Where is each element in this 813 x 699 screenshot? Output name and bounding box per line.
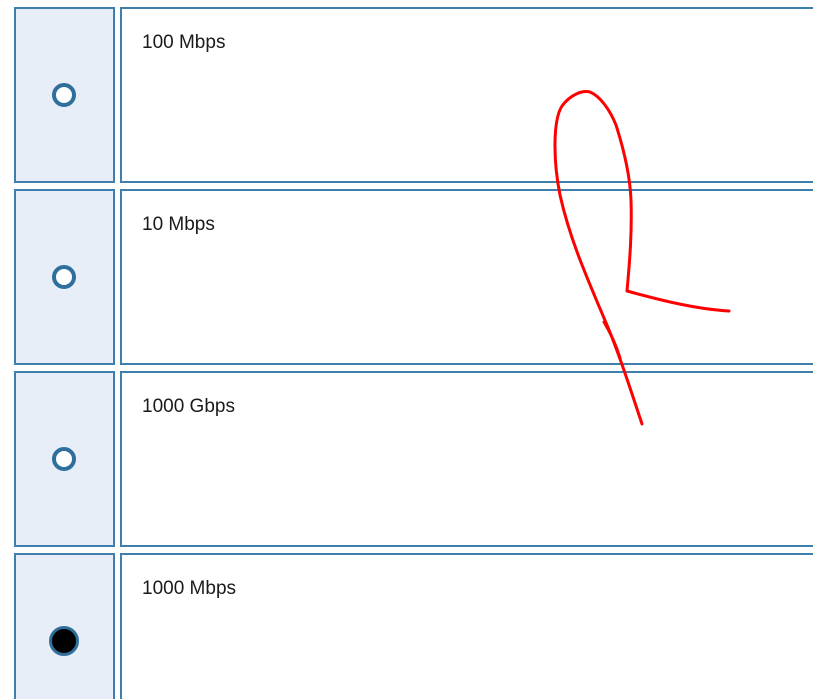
- radio-cell[interactable]: [14, 553, 115, 699]
- option-label: 10 Mbps: [142, 214, 215, 235]
- option-label: 100 Mbps: [142, 32, 226, 53]
- radio-button-checked[interactable]: [49, 626, 79, 656]
- option-label: 1000 Mbps: [142, 578, 237, 599]
- radio-cell[interactable]: [14, 189, 115, 365]
- option-row-10-mbps[interactable]: 10 Mbps: [14, 189, 813, 365]
- option-row-1000-gbps[interactable]: 1000 Gbps: [14, 371, 813, 547]
- radio-button-unchecked[interactable]: [52, 447, 76, 471]
- option-text-cell[interactable]: 10 Mbps: [120, 189, 813, 365]
- option-text-cell[interactable]: 100 Mbps: [120, 7, 813, 183]
- option-text-cell[interactable]: 1000 Gbps: [120, 371, 813, 547]
- option-text-cell[interactable]: 1000 Mbps: [120, 553, 813, 699]
- radio-button-unchecked[interactable]: [52, 265, 76, 289]
- option-row-100-mbps[interactable]: 100 Mbps: [14, 7, 813, 183]
- radio-button-unchecked[interactable]: [52, 83, 76, 107]
- radio-cell[interactable]: [14, 7, 115, 183]
- radio-cell[interactable]: [14, 371, 115, 547]
- option-row-1000-mbps[interactable]: 1000 Mbps: [14, 553, 813, 699]
- option-label: 1000 Gbps: [142, 396, 235, 417]
- answer-options: 100 Mbps 10 Mbps 1000 Gbps 1000 Mbps: [0, 0, 813, 699]
